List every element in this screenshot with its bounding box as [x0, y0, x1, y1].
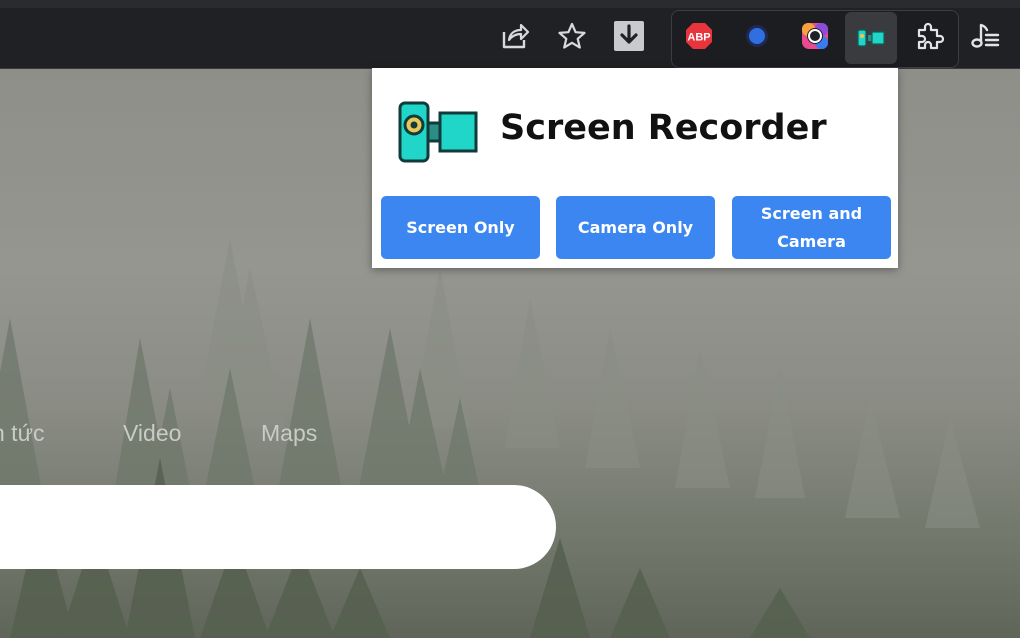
screen-recorder-extension-icon[interactable] — [845, 12, 897, 64]
popup-title: Screen Recorder — [500, 108, 827, 148]
screen-and-camera-label-line2: Camera — [777, 231, 846, 251]
share-icon[interactable] — [497, 18, 533, 54]
color-ring-extension-icon[interactable] — [797, 18, 833, 54]
blue-dot-extension-icon[interactable] — [739, 18, 775, 54]
adblock-plus-label: ABP — [687, 32, 710, 44]
adblock-plus-icon[interactable]: ABP — [681, 18, 717, 54]
screen-and-camera-button[interactable]: Screen and Camera — [732, 196, 891, 259]
search-input[interactable] — [0, 485, 556, 569]
download-icon[interactable] — [611, 18, 647, 54]
screen-only-button[interactable]: Screen Only — [381, 196, 540, 259]
screen-and-camera-label-line1: Screen and — [760, 203, 863, 223]
nav-link-maps[interactable]: Maps — [261, 420, 317, 447]
bookmark-star-icon[interactable] — [554, 18, 590, 54]
browser-toolbar: ABP — [0, 0, 1020, 69]
nav-link-news[interactable]: n tức — [0, 420, 44, 447]
screen-only-label: Screen Only — [406, 217, 515, 237]
camera-only-label: Camera Only — [577, 217, 694, 237]
video-camera-icon — [398, 101, 478, 167]
camera-only-button[interactable]: Camera Only — [556, 196, 715, 259]
reading-list-icon[interactable] — [967, 18, 1003, 54]
extensions-puzzle-icon[interactable] — [911, 18, 947, 54]
screen-recorder-popup: Screen Recorder Screen Only Camera Only … — [372, 68, 898, 268]
nav-link-video[interactable]: Video — [123, 420, 181, 447]
